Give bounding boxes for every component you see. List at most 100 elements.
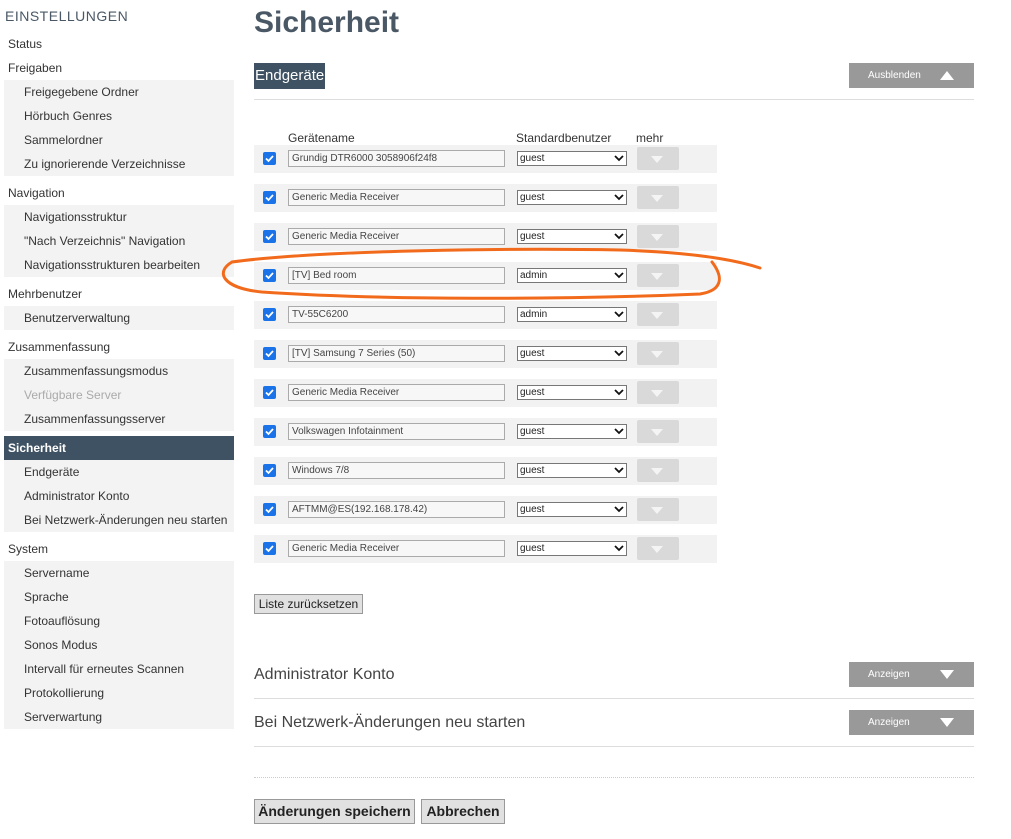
device-name-input[interactable] bbox=[288, 306, 505, 323]
sidebar-item-nach-verzeichnis-navigation[interactable]: "Nach Verzeichnis" Navigation bbox=[4, 229, 234, 253]
chevron-down-icon bbox=[651, 234, 663, 241]
device-name-input[interactable] bbox=[288, 345, 505, 362]
device-enabled-checkbox[interactable] bbox=[263, 152, 276, 165]
sidebar-item-freigegebene-ordner[interactable]: Freigegebene Ordner bbox=[4, 80, 234, 104]
device-row: guest bbox=[254, 223, 717, 251]
more-options-button[interactable] bbox=[637, 342, 679, 365]
sidebar-item-intervall-fur-erneutes-scannen[interactable]: Intervall für erneutes Scannen bbox=[4, 657, 234, 681]
device-enabled-checkbox[interactable] bbox=[263, 230, 276, 243]
more-options-button[interactable] bbox=[637, 537, 679, 560]
device-name-input[interactable] bbox=[288, 540, 505, 557]
sidebar-item-benutzerverwaltung[interactable]: Benutzerverwaltung bbox=[4, 306, 234, 330]
sidebar-item-administrator-konto[interactable]: Administrator Konto bbox=[4, 484, 234, 508]
chevron-down-icon bbox=[614, 350, 624, 357]
sidebar-item-navigationsstruktur[interactable]: Navigationsstruktur bbox=[4, 205, 234, 229]
chevron-down-icon bbox=[651, 312, 663, 319]
sidebar-item-navigationsstrukturen-bearbeiten[interactable]: Navigationsstrukturen bearbeiten bbox=[4, 253, 234, 277]
more-options-button[interactable] bbox=[637, 225, 679, 248]
hide-endgeraete-button[interactable]: Ausblenden bbox=[849, 63, 974, 88]
default-user-select[interactable]: guest bbox=[517, 151, 627, 166]
sidebar-item-zusammenfassungsserver[interactable]: Zusammenfassungsserver bbox=[4, 407, 234, 431]
sidebar-item-verfugbare-server: Verfügbare Server bbox=[24, 388, 122, 402]
show-admin-account-button[interactable]: Anzeigen bbox=[849, 662, 974, 687]
device-name-input[interactable] bbox=[288, 267, 505, 284]
sidebar-group-system[interactable]: System bbox=[4, 537, 234, 561]
device-name-input[interactable] bbox=[288, 189, 505, 206]
default-user-select[interactable]: admin bbox=[517, 307, 627, 322]
sidebar-heading: EINSTELLUNGEN bbox=[5, 8, 129, 24]
save-changes-button[interactable]: Änderungen speichern bbox=[254, 799, 415, 824]
cancel-button[interactable]: Abbrechen bbox=[421, 799, 505, 824]
device-name-input[interactable] bbox=[288, 384, 505, 401]
more-options-button[interactable] bbox=[637, 420, 679, 443]
sidebar-item-fotoauflosung[interactable]: Fotoauflösung bbox=[4, 609, 234, 633]
sidebar-group-status[interactable]: Status bbox=[4, 32, 234, 56]
default-user-value: guest bbox=[520, 348, 545, 359]
more-options-button[interactable] bbox=[637, 264, 679, 287]
device-row: guest bbox=[254, 340, 717, 368]
device-enabled-checkbox[interactable] bbox=[263, 542, 276, 555]
sidebar-item-sprache[interactable]: Sprache bbox=[4, 585, 234, 609]
chevron-down-icon bbox=[614, 428, 624, 435]
default-user-select[interactable]: admin bbox=[517, 268, 627, 283]
sidebar-group-navigation[interactable]: Navigation bbox=[4, 181, 234, 205]
device-row: guest bbox=[254, 496, 717, 524]
show-network-restart-button[interactable]: Anzeigen bbox=[849, 710, 974, 735]
default-user-select[interactable]: guest bbox=[517, 541, 627, 556]
default-user-select[interactable]: guest bbox=[517, 190, 627, 205]
default-user-select[interactable]: guest bbox=[517, 385, 627, 400]
sidebar-item-sammelordner[interactable]: Sammelordner bbox=[4, 128, 234, 152]
checkmark-icon bbox=[265, 389, 274, 397]
reset-list-button[interactable]: Liste zurücksetzen bbox=[254, 594, 363, 614]
device-enabled-checkbox[interactable] bbox=[263, 464, 276, 477]
chevron-down-icon bbox=[614, 545, 624, 552]
more-options-button[interactable] bbox=[637, 186, 679, 209]
device-enabled-checkbox[interactable] bbox=[263, 191, 276, 204]
more-options-button[interactable] bbox=[637, 381, 679, 404]
device-enabled-checkbox[interactable] bbox=[263, 347, 276, 360]
chevron-down-icon bbox=[651, 390, 663, 397]
more-options-button[interactable] bbox=[637, 459, 679, 482]
default-user-select[interactable]: guest bbox=[517, 502, 627, 517]
default-user-select[interactable]: guest bbox=[517, 424, 627, 439]
default-user-value: admin bbox=[520, 309, 548, 320]
sidebar-item-bei-netzwerk-anderungen-neu-starten[interactable]: Bei Netzwerk-Änderungen neu starten bbox=[4, 508, 234, 532]
sidebar-item-zusammenfassungsmodus[interactable]: Zusammenfassungsmodus bbox=[4, 359, 234, 383]
sidebar-submenu: Benutzerverwaltung bbox=[4, 306, 234, 330]
default-user-select[interactable]: guest bbox=[517, 229, 627, 244]
sidebar-item-protokollierung[interactable]: Protokollierung bbox=[4, 681, 234, 705]
sidebar-group-freigaben[interactable]: Freigaben bbox=[4, 56, 234, 80]
device-name-input[interactable] bbox=[288, 462, 505, 479]
device-name-input[interactable] bbox=[288, 423, 505, 440]
sidebar-item-horbuch-genres[interactable]: Hörbuch Genres bbox=[4, 104, 234, 128]
checkmark-icon bbox=[265, 467, 274, 475]
device-name-input[interactable] bbox=[288, 150, 505, 167]
device-enabled-checkbox[interactable] bbox=[263, 308, 276, 321]
chevron-down-icon bbox=[651, 429, 663, 436]
sidebar-group-mehrbenutzer[interactable]: Mehrbenutzer bbox=[4, 282, 234, 306]
device-row: guest bbox=[254, 418, 717, 446]
default-user-select[interactable]: guest bbox=[517, 463, 627, 478]
sidebar-item-zu-ignorierende-verzeichnisse[interactable]: Zu ignorierende Verzeichnisse bbox=[4, 152, 234, 176]
device-enabled-checkbox[interactable] bbox=[263, 269, 276, 282]
more-options-button[interactable] bbox=[637, 498, 679, 521]
default-user-select[interactable]: guest bbox=[517, 346, 627, 361]
default-user-value: guest bbox=[520, 426, 545, 437]
default-user-value: guest bbox=[520, 504, 545, 515]
more-options-button[interactable] bbox=[637, 303, 679, 326]
device-enabled-checkbox[interactable] bbox=[263, 425, 276, 438]
device-row: guest bbox=[254, 457, 717, 485]
device-enabled-checkbox[interactable] bbox=[263, 503, 276, 516]
more-options-button[interactable] bbox=[637, 147, 679, 170]
sidebar-submenu: Navigationsstruktur "Nach Verzeichnis" Na… bbox=[4, 205, 234, 277]
device-enabled-checkbox[interactable] bbox=[263, 386, 276, 399]
device-name-input[interactable] bbox=[288, 501, 505, 518]
sidebar-group-zusammenfassung[interactable]: Zusammenfassung bbox=[4, 335, 234, 359]
settings-sidebar: EINSTELLUNGEN Status Freigaben Freigegeben… bbox=[4, 0, 234, 734]
sidebar-item-endgerate[interactable]: Endgeräte bbox=[4, 460, 234, 484]
device-name-input[interactable] bbox=[288, 228, 505, 245]
sidebar-item-servername[interactable]: Servername bbox=[4, 561, 234, 585]
sidebar-group-sicherheit[interactable]: Sicherheit bbox=[4, 436, 234, 460]
sidebar-item-sonos-modus[interactable]: Sonos Modus bbox=[4, 633, 234, 657]
sidebar-item-serverwartung[interactable]: Serverwartung bbox=[4, 705, 234, 729]
